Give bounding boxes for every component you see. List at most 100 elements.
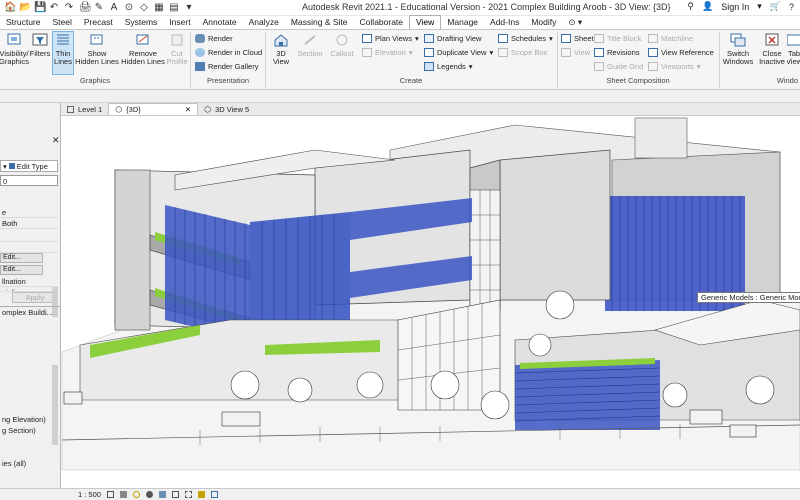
schedules-button[interactable]: Schedules ▾ bbox=[498, 34, 553, 43]
view-scale[interactable]: 1 : 500 bbox=[78, 490, 101, 499]
render-gallery-button[interactable]: Render Gallery bbox=[195, 62, 258, 71]
cut-profile-button[interactable]: Cut Profile bbox=[166, 32, 188, 66]
text-icon[interactable]: A bbox=[109, 2, 119, 13]
print-icon[interactable]: 🖨 bbox=[79, 2, 92, 13]
redo-icon[interactable]: ↷ bbox=[64, 2, 74, 13]
tab-analyze[interactable]: Analyze bbox=[243, 16, 285, 29]
3d-view-button[interactable]: 3D View bbox=[268, 32, 294, 66]
tab-annotate[interactable]: Annotate bbox=[197, 16, 243, 29]
property-value bbox=[0, 231, 58, 242]
sun-path-icon[interactable] bbox=[132, 491, 140, 498]
options-bar bbox=[0, 90, 800, 103]
show-hidden-lines-button[interactable]: Show Hidden Lines bbox=[75, 32, 119, 66]
tab-massing-site[interactable]: Massing & Site bbox=[285, 16, 354, 29]
contextual-toggle[interactable]: ⊙ ▾ bbox=[562, 16, 588, 29]
elevation-icon bbox=[362, 48, 372, 57]
close-icon[interactable]: ✕ bbox=[185, 104, 191, 115]
temporary-hide-icon[interactable] bbox=[210, 491, 218, 498]
help-icon[interactable]: ? bbox=[789, 2, 794, 12]
detail-level-icon[interactable] bbox=[106, 491, 114, 498]
thin-lines-icon[interactable]: ▦ bbox=[154, 2, 164, 13]
drafting-view-button[interactable]: Drafting View bbox=[424, 34, 481, 43]
edit-button[interactable]: Edit... bbox=[0, 253, 43, 263]
home-icon[interactable]: 🏠 bbox=[4, 2, 16, 13]
section-icon bbox=[301, 32, 319, 48]
scrollbar[interactable] bbox=[52, 365, 58, 445]
tab-precast[interactable]: Precast bbox=[78, 16, 119, 29]
properties-panel: ✕ ▾ Edit Type 0 e Both Edit... Edit... l… bbox=[0, 103, 61, 500]
edit-type-row[interactable]: ▾ Edit Type bbox=[0, 160, 58, 172]
switch-windows-icon bbox=[729, 32, 747, 48]
viewports-button[interactable]: Viewports ▾ bbox=[648, 62, 701, 71]
cloud-icon bbox=[195, 48, 205, 57]
view-button[interactable]: View bbox=[561, 48, 590, 57]
lock-icon[interactable] bbox=[197, 491, 205, 498]
3d-icon[interactable]: ⊙ bbox=[124, 2, 134, 13]
tab-add-ins[interactable]: Add-Ins bbox=[484, 16, 525, 29]
render-icon[interactable] bbox=[158, 491, 166, 498]
show-hidden-lines-icon bbox=[88, 32, 106, 48]
open-icon[interactable]: 📂 bbox=[19, 2, 31, 13]
plan-views-button[interactable]: Plan Views ▾ bbox=[362, 34, 419, 43]
guide-grid-button[interactable]: Guide Grid bbox=[594, 62, 643, 71]
sheet-button[interactable]: Sheet bbox=[561, 34, 594, 43]
tab-steel[interactable]: Steel bbox=[47, 16, 78, 29]
section-button[interactable]: Section bbox=[296, 32, 324, 58]
callout-button[interactable]: Callout bbox=[327, 32, 357, 58]
save-icon[interactable]: 💾 bbox=[34, 2, 46, 13]
measure-icon[interactable]: ✎ bbox=[94, 2, 104, 13]
scope-box-button[interactable]: Scope Box bbox=[498, 48, 547, 57]
binoculars-icon[interactable]: ⚲ bbox=[687, 1, 694, 12]
render-cloud-button[interactable]: Render in Cloud bbox=[195, 48, 262, 57]
view-tab-level-1[interactable]: Level 1 bbox=[61, 103, 108, 115]
duplicate-view-button[interactable]: Duplicate View ▾ bbox=[424, 48, 493, 57]
revisions-button[interactable]: Revisions bbox=[594, 48, 640, 57]
close-inactive-button[interactable]: Close Inactive bbox=[757, 32, 787, 66]
render-button[interactable]: Render bbox=[195, 34, 233, 43]
thin-lines-button[interactable]: Thin Lines bbox=[52, 31, 74, 75]
property-value[interactable]: Both bbox=[0, 218, 58, 229]
view-tab-3d[interactable]: ⬡ {3D} ✕ bbox=[108, 103, 199, 115]
filters-button[interactable]: Filters bbox=[29, 32, 51, 58]
cube-icon: ⬡ bbox=[115, 105, 123, 114]
close-icon[interactable]: ✕ bbox=[52, 135, 60, 146]
matchline-button[interactable]: Matchline bbox=[648, 34, 693, 43]
view-reference-button[interactable]: View Reference bbox=[648, 48, 714, 57]
section-icon[interactable]: ◇ bbox=[139, 2, 149, 13]
3d-viewport[interactable]: Generic Models : Generic Model bbox=[61, 116, 800, 488]
remove-hidden-lines-button[interactable]: Remove Hidden Lines bbox=[120, 32, 166, 66]
crop-icon[interactable] bbox=[171, 491, 179, 498]
close-hidden-icon[interactable]: ▤ bbox=[169, 2, 179, 13]
shadows-icon[interactable] bbox=[145, 491, 153, 498]
tab-systems[interactable]: Systems bbox=[119, 16, 164, 29]
elevation-button[interactable]: Elevation ▾ bbox=[362, 48, 413, 57]
edit-type-button[interactable]: Edit Type bbox=[17, 162, 48, 171]
view-tab-3d-view-5[interactable]: ⬡ 3D View 5 bbox=[198, 103, 255, 115]
legends-button[interactable]: Legends ▾ bbox=[424, 62, 473, 71]
tab-structure[interactable]: Structure bbox=[0, 16, 47, 29]
browser-item[interactable]: ng Elevation) bbox=[0, 414, 58, 425]
title-block-button[interactable]: Title Block bbox=[594, 34, 641, 43]
visibility-graphics-button[interactable]: Visibility/ Graphics bbox=[0, 32, 29, 66]
browser-item[interactable]: g Section) bbox=[0, 425, 58, 436]
switch-windows-button[interactable]: Switch Windows bbox=[722, 32, 754, 66]
tab-view[interactable]: View bbox=[409, 15, 442, 29]
panel-label-graphics: Graphics bbox=[79, 76, 110, 85]
edit-button[interactable]: Edit... bbox=[0, 265, 43, 275]
chevron-down-icon[interactable]: ▾ bbox=[757, 1, 762, 12]
property-value[interactable]: 0 bbox=[0, 175, 58, 186]
cart-icon[interactable]: 🛒 bbox=[770, 1, 781, 12]
tab-collaborate[interactable]: Collaborate bbox=[354, 16, 409, 29]
customize-icon[interactable]: ▾ bbox=[184, 2, 194, 13]
tab-insert[interactable]: Insert bbox=[163, 16, 196, 29]
show-crop-icon[interactable] bbox=[184, 491, 192, 498]
tab-modify[interactable]: Modify bbox=[525, 16, 562, 29]
visual-style-icon[interactable] bbox=[119, 491, 127, 498]
browser-item[interactable]: ies (all) bbox=[0, 458, 58, 469]
browser-item[interactable]: omplex Buildi... bbox=[0, 307, 58, 318]
sign-in-link[interactable]: Sign In bbox=[721, 2, 749, 12]
tab-manage[interactable]: Manage bbox=[441, 16, 484, 29]
user-icon[interactable]: 👤 bbox=[702, 1, 713, 12]
tab-views-button[interactable]: Tab View bbox=[787, 32, 800, 66]
undo-icon[interactable]: ↶ bbox=[49, 2, 59, 13]
